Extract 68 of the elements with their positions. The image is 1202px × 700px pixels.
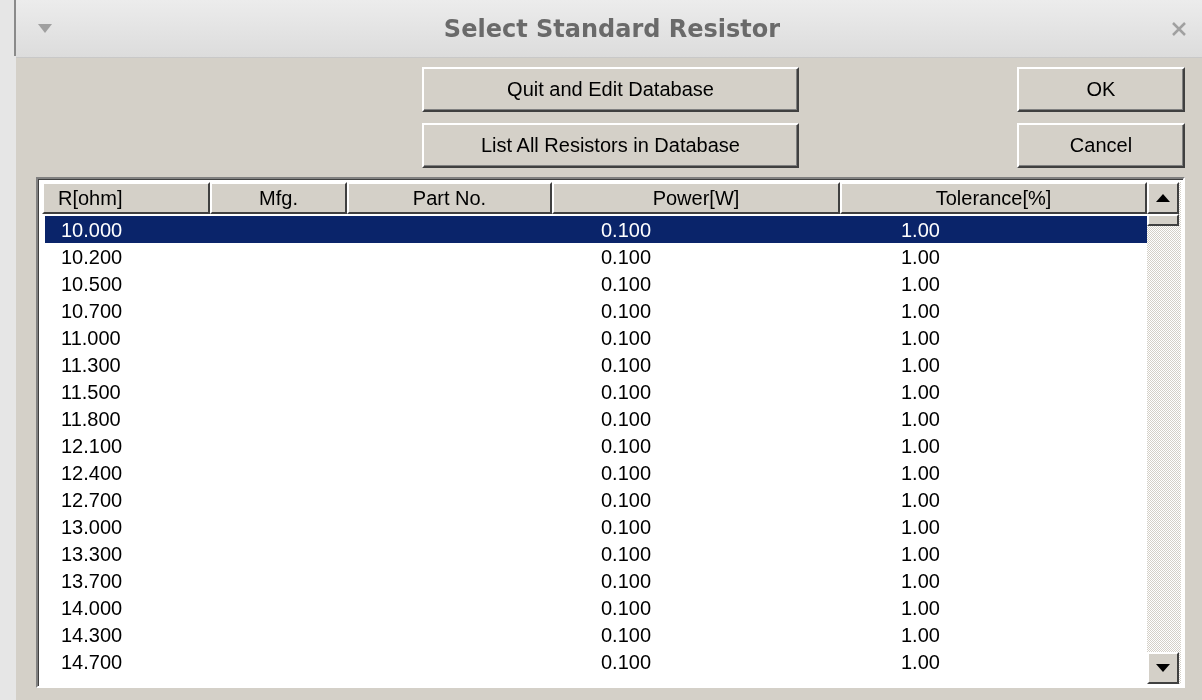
column-header[interactable]: Power[W] — [552, 182, 840, 214]
table-cell-text: 0.100 — [600, 487, 652, 512]
table-cell-text: 1.00 — [900, 568, 940, 593]
table-cell-text: 0.100 — [600, 514, 652, 539]
table-cell-text: 0.100 — [600, 541, 652, 566]
column-header[interactable]: R[ohm] — [42, 182, 210, 214]
table-cell-text: 14.000 — [60, 595, 123, 620]
table-cell-text: 1.00 — [900, 325, 940, 350]
table-cell-text: 13.300 — [60, 541, 123, 566]
table-cell-text: 10.700 — [60, 298, 123, 323]
table-cell-text: 10.000 — [60, 217, 123, 242]
table-cell-text: 0.100 — [600, 649, 652, 674]
column-header[interactable]: Mfg. — [210, 182, 347, 214]
table-cell-text: 11.000 — [60, 325, 121, 350]
table-cell-text: 0.100 — [600, 460, 652, 485]
table-cell-text: 1.00 — [900, 433, 940, 458]
table-cell-text: 0.100 — [600, 433, 652, 458]
table-cell-text: 0.100 — [600, 379, 652, 404]
scroll-down-button[interactable] — [1147, 652, 1179, 684]
table-cell-text: 1.00 — [900, 352, 940, 377]
table-cell-text: 1.00 — [900, 406, 940, 431]
table-cell-text: 1.00 — [900, 271, 940, 296]
table-cell-text: 1.00 — [900, 487, 940, 512]
table-cell-text: 0.100 — [600, 352, 652, 377]
table-cell-text: 13.000 — [60, 514, 123, 539]
dialog-button[interactable]: OK — [1017, 67, 1185, 112]
table-cell-text: 0.100 — [600, 217, 652, 242]
column-header[interactable]: Tolerance[%] — [840, 182, 1147, 214]
action-button[interactable]: List All Resistors in Database — [422, 123, 799, 168]
table-cell-text: 0.100 — [600, 244, 652, 269]
table-cell-text: 12.700 — [60, 487, 123, 512]
table-cell-text: 11.800 — [60, 406, 121, 431]
table-cell-text: 11.300 — [60, 352, 121, 377]
action-button[interactable]: Quit and Edit Database — [422, 67, 799, 112]
scroll-thumb[interactable] — [1147, 214, 1179, 226]
table-cell-text: 0.100 — [600, 568, 652, 593]
table-cell-text: 1.00 — [900, 379, 940, 404]
down-arrow-icon — [1156, 664, 1170, 672]
table-cell-text: 0.100 — [600, 325, 652, 350]
table-cell-text: 12.400 — [60, 460, 123, 485]
table-cell-text: 1.00 — [900, 460, 940, 485]
table-cell-text: 1.00 — [900, 595, 940, 620]
up-arrow-icon — [1156, 194, 1170, 202]
table-cell-text: 1.00 — [900, 514, 940, 539]
table-cell-text: 14.700 — [60, 649, 123, 674]
table-cell-text: 0.100 — [600, 595, 652, 620]
table-cell-text: 13.700 — [60, 568, 123, 593]
table-cell-text: 14.300 — [60, 622, 123, 647]
dialog-button[interactable]: Cancel — [1017, 123, 1185, 168]
table-cell-text: 1.00 — [900, 649, 940, 674]
table-row[interactable]: 10.000 0.100 1.00 — [45, 216, 1147, 243]
table-cell-text: 1.00 — [900, 217, 940, 242]
table-cell-text: 1.00 — [900, 244, 940, 269]
table-cell-text: 10.500 — [60, 271, 123, 296]
scrollbar[interactable] — [1147, 182, 1181, 684]
table-cell-text: 0.100 — [600, 271, 652, 296]
table-cell-text: 12.100 — [60, 433, 123, 458]
table-cell-text: 1.00 — [900, 298, 940, 323]
column-header[interactable]: Part No. — [347, 182, 552, 214]
scroll-up-button[interactable] — [1147, 182, 1179, 214]
table-cell-text: 0.100 — [600, 406, 652, 431]
window-title: Select Standard Resistor — [443, 14, 781, 43]
table-cell-text: 0.100 — [600, 622, 652, 647]
table-cell-text: 10.200 — [60, 244, 123, 269]
table-cell-text: 0.100 — [600, 298, 652, 323]
table-cell-text: 1.00 — [900, 622, 940, 647]
table-cell-text: 11.500 — [60, 379, 121, 404]
table-cell-text: 1.00 — [900, 541, 940, 566]
